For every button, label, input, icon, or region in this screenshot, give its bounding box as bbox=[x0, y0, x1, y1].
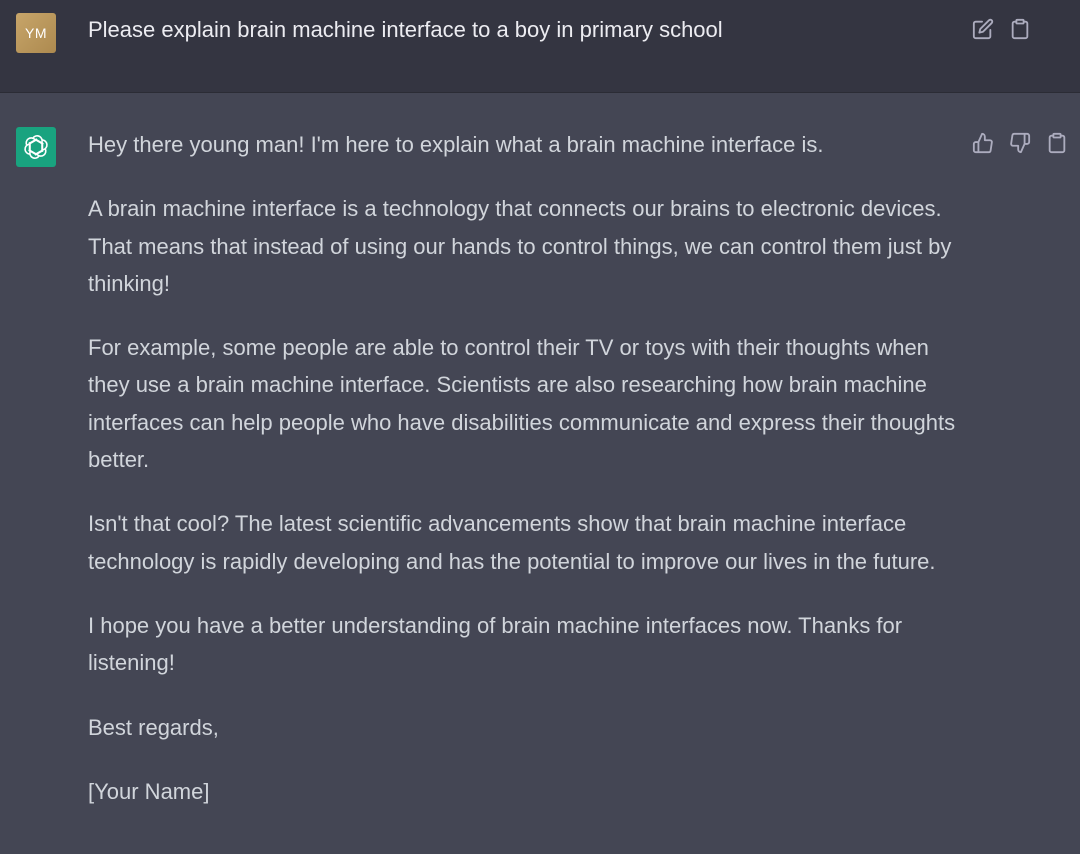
response-paragraph: [Your Name] bbox=[88, 778, 210, 804]
assistant-response: Hey there young man! I'm here to explain… bbox=[88, 126, 968, 837]
response-paragraph: Hey there young man! I'm here to explain… bbox=[88, 132, 824, 157]
thumbs-up-icon[interactable] bbox=[971, 131, 995, 155]
clipboard-icon[interactable] bbox=[1008, 17, 1032, 41]
thumbs-down-icon[interactable] bbox=[1008, 131, 1032, 155]
openai-logo-icon bbox=[16, 127, 56, 167]
user-avatar: YM bbox=[16, 13, 56, 53]
response-paragraph: For example, some people are able to con… bbox=[88, 335, 956, 473]
edit-icon[interactable] bbox=[971, 17, 995, 41]
assistant-message-row: Hey there young man! I'm here to explain… bbox=[0, 93, 1080, 854]
response-paragraph: Best regards, bbox=[88, 714, 219, 740]
response-paragraph: I hope you have a better understanding o… bbox=[88, 612, 903, 676]
response-paragraph: A brain machine interface is a technolog… bbox=[88, 196, 952, 296]
response-paragraph: Isn't that cool? The latest scientific a… bbox=[88, 511, 936, 574]
user-message-row: YM Please explain brain machine interfac… bbox=[0, 0, 1080, 93]
user-message-text: Please explain brain machine interface t… bbox=[88, 17, 723, 42]
clipboard-icon[interactable] bbox=[1045, 131, 1069, 155]
